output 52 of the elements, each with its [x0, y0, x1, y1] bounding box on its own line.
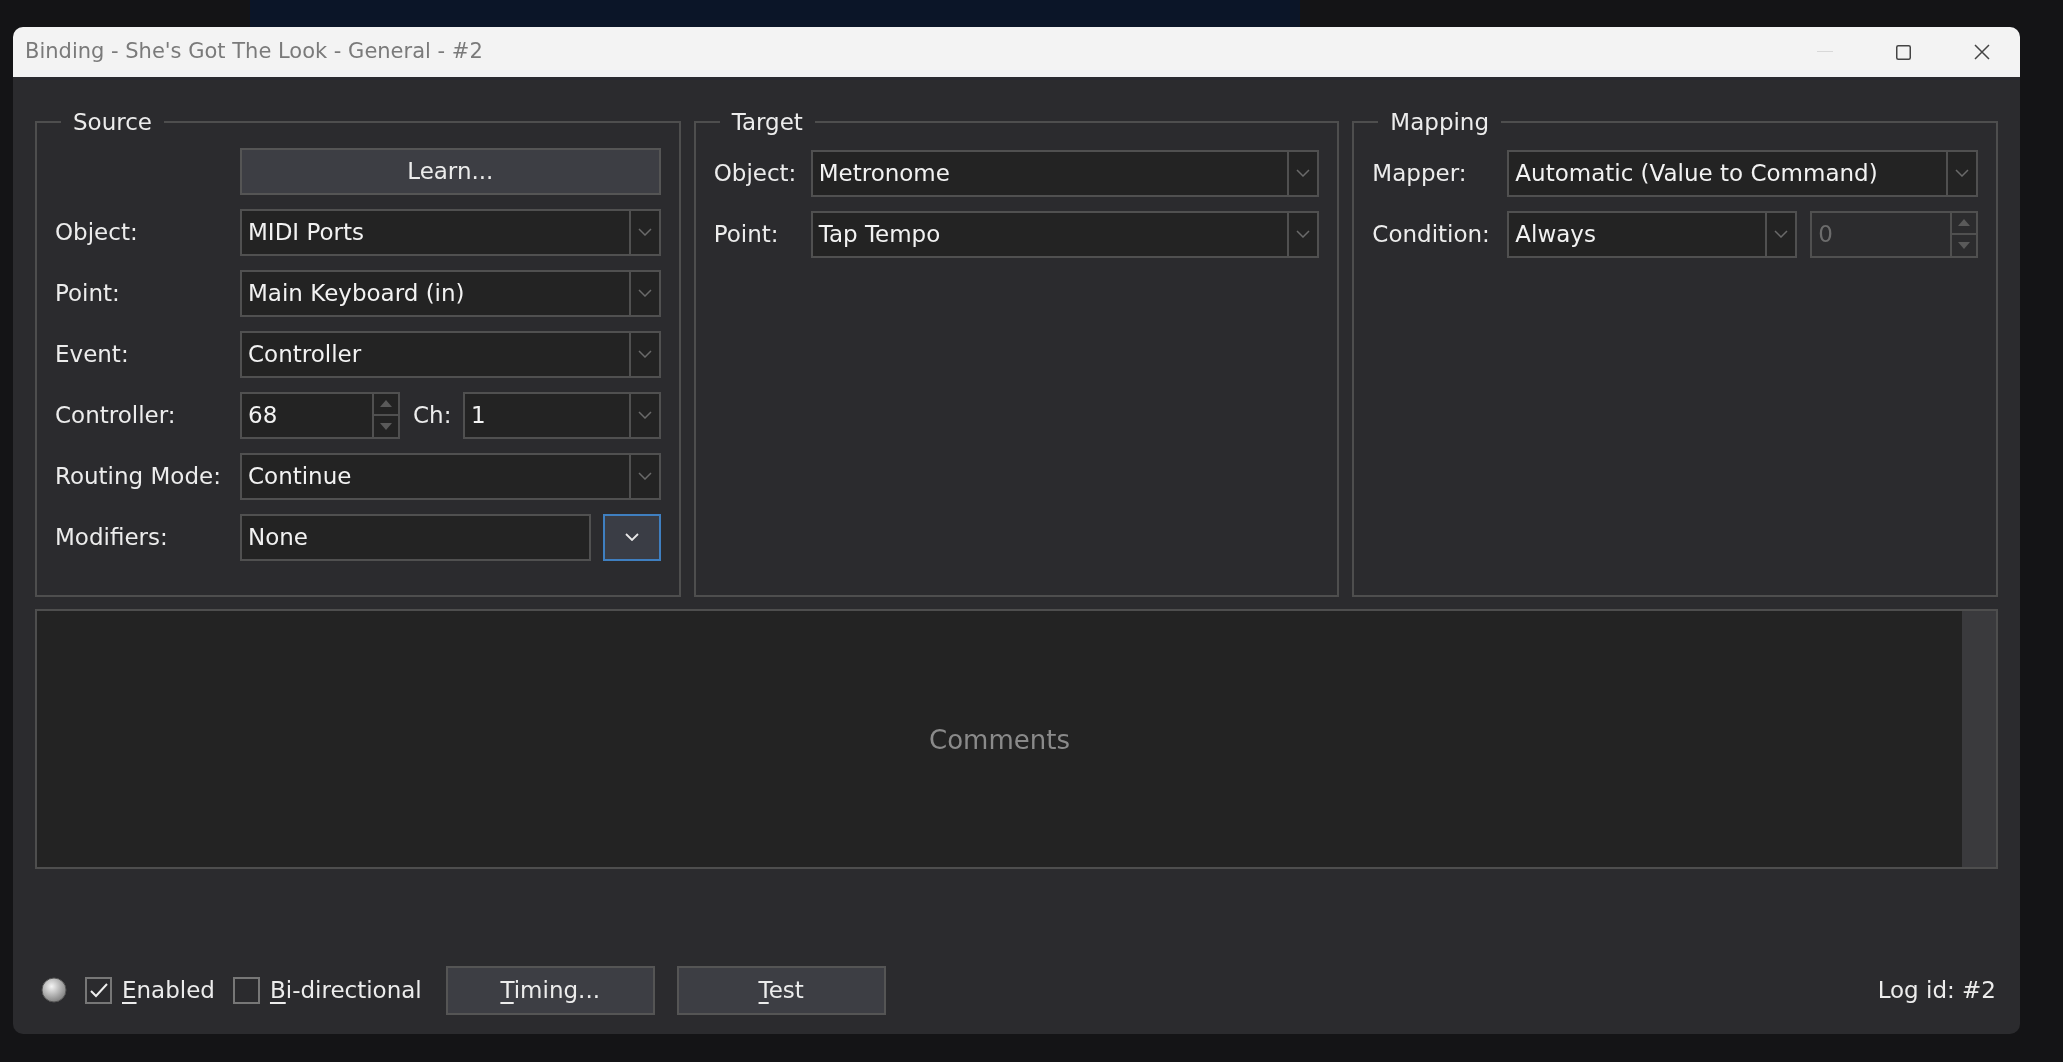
dropdown[interactable]: Metronome	[810, 149, 1320, 197]
dropdown[interactable]: Continue	[240, 452, 661, 500]
modifiers-field[interactable]: None	[240, 513, 591, 561]
field-label: Condition:	[1372, 219, 1491, 249]
status-led-icon	[41, 977, 67, 1003]
chevron-down-icon	[637, 411, 652, 419]
checkbox-label: Enabled	[122, 975, 215, 1005]
dropdown[interactable]: Always	[1507, 210, 1798, 258]
dropdown[interactable]: 1	[463, 391, 661, 439]
field-label: Modifiers:	[55, 522, 169, 552]
checkbox[interactable]: Bi-directional	[232, 972, 422, 1008]
footer-button[interactable]: Timing...	[445, 965, 655, 1015]
chevron-down-icon	[637, 350, 652, 358]
field-label: Point:	[713, 219, 780, 249]
dropdown[interactable]: MIDI Ports	[240, 208, 661, 256]
field-label: Point:	[55, 278, 121, 308]
chevron-down-icon	[637, 228, 652, 236]
checkbox[interactable]: Enabled	[85, 972, 215, 1008]
chevron-down-icon	[1955, 169, 1969, 177]
checkbox-label: Bi-directional	[269, 975, 422, 1005]
dropdown-button[interactable]	[602, 513, 661, 561]
dropdown[interactable]: Controller	[240, 330, 661, 378]
chevron-down-icon	[1296, 169, 1311, 177]
up-arrow-icon[interactable]	[1958, 219, 1970, 227]
field-label: Routing Mode:	[55, 461, 222, 491]
chevron-down-icon	[1774, 230, 1789, 238]
log-id: Log id: #2	[1877, 975, 1996, 1005]
window-title: Binding - She's Got The Look - General - #2	[25, 38, 484, 66]
down-arrow-icon[interactable]	[380, 422, 392, 430]
dropdown[interactable]: Tap Tempo	[810, 210, 1320, 258]
chevron-down-icon	[1296, 230, 1311, 238]
maximize-icon[interactable]	[1896, 44, 1911, 60]
spin-field[interactable]: 68	[240, 391, 400, 439]
learn-button[interactable]: Learn...	[240, 147, 661, 195]
field-label: Mapper:	[1372, 158, 1468, 188]
dropdown[interactable]: Main Keyboard (in)	[240, 269, 661, 317]
group-title: Source	[72, 108, 153, 137]
group-title: Mapping	[1389, 108, 1491, 137]
channel-label: Ch:	[413, 400, 453, 430]
up-arrow-icon[interactable]	[380, 400, 392, 408]
close-icon[interactable]	[1974, 44, 1990, 60]
chevron-down-icon	[637, 472, 652, 480]
field-label: Controller:	[55, 400, 177, 430]
chevron-down-icon	[624, 533, 639, 541]
check-icon	[89, 982, 108, 998]
chevron-down-icon	[637, 289, 652, 297]
field-label: Event:	[55, 339, 130, 369]
group-title: Target	[730, 108, 804, 137]
field-label: Object:	[55, 217, 139, 247]
field-label: Object:	[713, 158, 798, 188]
footer-button[interactable]: Test	[676, 965, 886, 1015]
dropdown[interactable]: Automatic (Value to Command)	[1507, 149, 1978, 197]
